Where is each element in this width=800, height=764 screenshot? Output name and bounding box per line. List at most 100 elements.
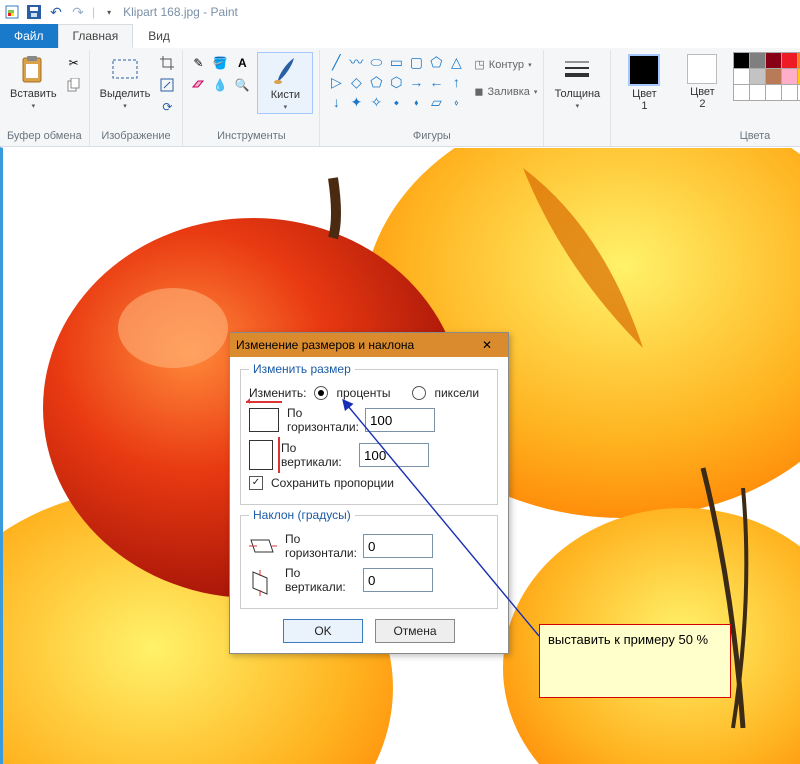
skew-horizontal-input[interactable]: [363, 534, 433, 558]
palette-swatch[interactable]: [733, 84, 750, 101]
magnifier-icon[interactable]: 🔍: [233, 76, 251, 94]
color2-swatch: [687, 54, 717, 84]
keep-aspect-label: Сохранить пропорции: [271, 476, 394, 490]
paste-button[interactable]: Вставить ▾: [6, 52, 61, 112]
fill-shape-icon: ◼: [474, 85, 483, 98]
palette-swatch[interactable]: [781, 68, 798, 85]
ribbon-group-image: Выделить ▾ ⟳ Изображение: [90, 50, 184, 146]
resize-vertical-icon: [249, 440, 273, 470]
palette-swatch[interactable]: [749, 84, 766, 101]
tab-home[interactable]: Главная: [58, 24, 134, 48]
radio-percent-label: проценты: [336, 386, 390, 400]
copy-icon[interactable]: [65, 76, 83, 94]
skew-horizontal-label: По горизонтали:: [285, 532, 355, 560]
skew-vertical-icon: [249, 570, 277, 590]
palette-swatch[interactable]: [749, 52, 766, 69]
picker-icon[interactable]: 💧: [211, 76, 229, 94]
skew-horizontal-icon: [249, 536, 277, 556]
resize-icon[interactable]: [158, 76, 176, 94]
chevron-down-icon: ▾: [576, 102, 580, 110]
vertical-label: По вертикали:: [281, 441, 351, 469]
radio-pixels[interactable]: [412, 386, 426, 400]
save-icon[interactable]: [26, 4, 42, 20]
change-by-label: Изменить:: [249, 386, 306, 400]
palette-swatch[interactable]: [749, 68, 766, 85]
canvas-area[interactable]: Изменение размеров и наклона ✕ Изменить …: [0, 147, 800, 764]
color2-button[interactable]: Цвет 2: [675, 52, 729, 112]
ribbon-group-shapes: ╱〰⬭▭▢⬠△ ▷◇⬠⬡→←↑ ↓✦✧⬩⬪▱⬫ ◳Контур▾ ◼Заливк…: [320, 50, 544, 146]
redo-icon[interactable]: ↷: [70, 4, 86, 20]
tab-view[interactable]: Вид: [133, 24, 185, 48]
ribbon-group-colors: Цвет 1 Цвет 2 Цвета: [611, 50, 800, 146]
palette-swatch[interactable]: [733, 52, 750, 69]
fieldset-legend: Изменить размер: [249, 362, 355, 376]
ribbon: Вставить ▾ ✂ Буфер обмена Выделить ▾: [0, 48, 800, 147]
cancel-button[interactable]: Отмена: [375, 619, 455, 643]
radio-percent[interactable]: [314, 386, 328, 400]
palette-swatch[interactable]: [765, 84, 782, 101]
color1-swatch: [628, 54, 660, 86]
resize-vertical-input[interactable]: [359, 443, 429, 467]
keep-aspect-checkbox[interactable]: ✓: [249, 476, 263, 490]
file-menu[interactable]: Файл: [0, 24, 58, 48]
fill-icon[interactable]: 🪣: [211, 54, 229, 72]
annotation-note: выставить к примеру 50 %: [539, 624, 731, 698]
dialog-title: Изменение размеров и наклона: [236, 338, 414, 352]
palette-swatch[interactable]: [733, 68, 750, 85]
outline-icon: ◳: [474, 58, 484, 71]
resize-horizontal-icon: [249, 408, 279, 432]
shapes-gallery[interactable]: ╱〰⬭▭▢⬠△ ▷◇⬠⬡→←↑ ↓✦✧⬩⬪▱⬫: [326, 52, 466, 112]
palette-swatch[interactable]: [781, 84, 798, 101]
annotation-text: выставить к примеру 50 %: [548, 632, 708, 647]
window-title: Klipart 168.jpg - Paint: [123, 5, 238, 19]
ok-button[interactable]: OK: [283, 619, 363, 643]
shape-outline[interactable]: ◳Контур▾: [474, 58, 537, 71]
resize-skew-dialog: Изменение размеров и наклона ✕ Изменить …: [229, 332, 509, 654]
skew-fieldset: Наклон (градусы) По горизонтали: По верт…: [240, 515, 498, 609]
brushes-button[interactable]: Кисти ▾: [257, 52, 313, 114]
app-icon: [4, 4, 20, 20]
close-icon[interactable]: ✕: [472, 338, 502, 352]
ribbon-group-size: Толщина ▾: [544, 50, 611, 146]
undo-icon[interactable]: ↶: [48, 4, 64, 20]
ribbon-group-label: Изображение: [101, 128, 170, 146]
radio-pixels-label: пиксели: [434, 386, 479, 400]
text-icon[interactable]: A: [233, 54, 251, 72]
rotate-icon[interactable]: ⟳: [158, 98, 176, 116]
title-bar: ↶ ↷ | ▾ Klipart 168.jpg - Paint: [0, 0, 800, 24]
pencil-icon[interactable]: ✎: [189, 54, 207, 72]
ribbon-group-clipboard: Вставить ▾ ✂ Буфер обмена: [0, 50, 90, 146]
palette-swatch[interactable]: [765, 68, 782, 85]
ribbon-group-label: Цвета: [740, 128, 771, 146]
crop-icon[interactable]: [158, 54, 176, 72]
chevron-down-icon: ▾: [284, 103, 288, 111]
skew-vertical-label: По вертикали:: [285, 566, 355, 594]
select-icon: [109, 54, 141, 86]
ribbon-group-label: Буфер обмена: [7, 128, 82, 146]
select-button[interactable]: Выделить ▾: [96, 52, 155, 112]
resize-fieldset: Изменить размер Изменить: проценты пиксе…: [240, 369, 498, 505]
shape-fill[interactable]: ◼Заливка▾: [474, 85, 537, 98]
color-palette[interactable]: [733, 52, 800, 99]
chevron-down-icon: ▾: [123, 102, 127, 110]
ribbon-group-tools: ✎ 🪣 A 💧 🔍 Кисти ▾ Инструменты: [183, 50, 320, 146]
thickness-button[interactable]: Толщина ▾: [550, 52, 604, 112]
clipboard-icon: [17, 54, 49, 86]
fieldset-legend: Наклон (градусы): [249, 508, 355, 522]
ribbon-group-label: Фигуры: [413, 128, 451, 146]
palette-swatch[interactable]: [765, 52, 782, 69]
chevron-down-icon: ▾: [32, 102, 36, 110]
dialog-title-bar[interactable]: Изменение размеров и наклона ✕: [230, 333, 508, 357]
color1-button[interactable]: Цвет 1: [617, 52, 671, 114]
thickness-icon: [561, 54, 593, 86]
ribbon-group-label: Инструменты: [217, 128, 286, 146]
eraser-icon[interactable]: [189, 76, 207, 94]
qat-dropdown-icon[interactable]: ▾: [101, 4, 117, 20]
brush-icon: [269, 55, 301, 87]
menu-row: Файл Главная Вид: [0, 24, 800, 48]
horizontal-label: По горизонтали:: [287, 406, 357, 434]
skew-vertical-input[interactable]: [363, 568, 433, 592]
palette-swatch[interactable]: [781, 52, 798, 69]
resize-horizontal-input[interactable]: [365, 408, 435, 432]
cut-icon[interactable]: ✂: [65, 54, 83, 72]
